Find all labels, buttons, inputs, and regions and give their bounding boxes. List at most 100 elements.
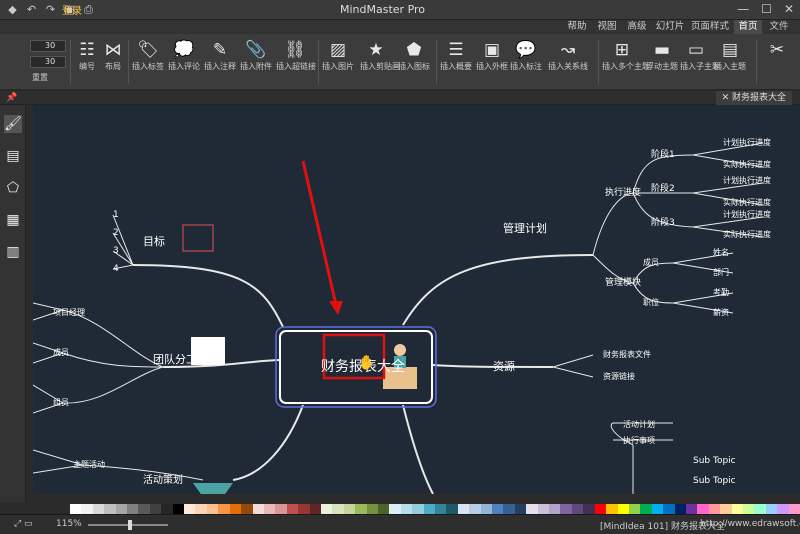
plan-group-3[interactable]: 阶段3 — [651, 216, 675, 228]
tab-home[interactable]: 首页 — [734, 20, 762, 34]
palette-swatch[interactable] — [184, 504, 196, 514]
palette-swatch[interactable] — [252, 504, 264, 514]
branch-resource-label[interactable]: 资源 — [493, 359, 515, 373]
document-tab[interactable]: ✕ 财务报表大全 — [715, 91, 792, 105]
palette-swatch[interactable] — [571, 504, 584, 514]
mindmap-canvas[interactable]: 财务报表大全 ✋ 管理计划 执行进度 阶段1 阶段2 阶段3 计划执行进度 实际… — [33, 105, 800, 494]
palette-swatch[interactable] — [526, 504, 538, 514]
mgmt-sub-1[interactable]: 姓名 — [713, 247, 729, 257]
event-item-1[interactable]: 主题活动 — [73, 459, 105, 469]
palette-swatch[interactable] — [241, 504, 253, 514]
palette-swatch[interactable] — [435, 504, 447, 514]
tab-view[interactable]: 视图 — [594, 20, 620, 34]
minimize-icon[interactable]: — — [737, 2, 749, 16]
fit-page-icon[interactable]: ⤢ ▭ — [14, 519, 33, 529]
pin-icon[interactable]: 📌 — [6, 91, 17, 105]
cut-copy-group[interactable]: ✂ — [760, 38, 794, 86]
palette-swatch[interactable] — [503, 504, 515, 514]
reset-button[interactable]: 重置 — [32, 72, 48, 83]
tab-help[interactable]: 帮助 — [564, 20, 590, 34]
spacing-spinner-1[interactable]: 30 — [30, 40, 66, 52]
goal-item-4[interactable]: 4 — [113, 264, 119, 274]
clipart-panel-icon[interactable]: ⬠ — [4, 179, 22, 197]
layout-button[interactable]: ⋈ 布局 — [100, 38, 126, 86]
palette-swatch[interactable] — [309, 504, 321, 514]
palette-swatch[interactable] — [446, 504, 458, 514]
plan-item-1[interactable]: 计划执行进度 — [723, 137, 771, 147]
palette-swatch[interactable] — [70, 504, 82, 514]
task-panel-icon[interactable]: ▥ — [4, 243, 22, 261]
outline-icon[interactable]: ▤ — [4, 147, 22, 165]
palette-swatch[interactable] — [172, 504, 185, 514]
palette-swatch[interactable] — [218, 504, 230, 514]
palette-swatch[interactable] — [742, 504, 755, 514]
palette-swatch[interactable] — [685, 504, 698, 514]
palette-swatch[interactable] — [298, 504, 310, 514]
palette-swatch[interactable] — [480, 504, 493, 514]
palette-swatch[interactable] — [537, 504, 550, 514]
palette-swatch[interactable] — [412, 504, 424, 514]
sub-item-2[interactable]: 执行事项 — [623, 435, 655, 445]
insert-boundary-button[interactable]: ▣ 插入外框 — [476, 38, 508, 86]
insert-note-button[interactable]: ✎ 插入注释 — [204, 38, 236, 86]
goal-item-2[interactable]: 2 — [113, 228, 119, 238]
palette-swatch[interactable] — [206, 504, 219, 514]
palette-swatch[interactable] — [777, 504, 789, 514]
close-tab-icon[interactable]: ✕ — [722, 93, 732, 103]
palette-swatch[interactable] — [788, 504, 800, 514]
branch-mgmt-label[interactable]: 管理模块 — [605, 276, 641, 288]
redo-icon[interactable]: ↷ — [44, 3, 57, 16]
palette-swatch[interactable] — [377, 504, 390, 514]
branch-event-label[interactable]: 活动策划 — [143, 473, 183, 486]
mgmt-sub-2[interactable]: 部门 — [713, 267, 729, 277]
palette-swatch[interactable] — [606, 504, 618, 514]
sub-item-1[interactable]: 活动计划 — [623, 419, 655, 429]
zoom-slider-thumb[interactable] — [128, 520, 132, 530]
palette-swatch[interactable] — [663, 504, 675, 514]
plan-item-5[interactable]: 计划执行进度 — [723, 209, 771, 219]
palette-swatch[interactable] — [138, 504, 150, 514]
maximize-icon[interactable]: ☐ — [761, 2, 772, 16]
palette-swatch[interactable] — [708, 504, 721, 514]
palette-swatch[interactable] — [400, 504, 413, 514]
mgmt-item-1[interactable]: 成员 — [643, 257, 659, 267]
insert-icon-button[interactable]: ⬟ 插入图标 — [398, 38, 430, 86]
status-url[interactable]: http://www.edrawsoft.cn — [700, 519, 800, 529]
palette-swatch[interactable] — [640, 504, 652, 514]
sub-item-4[interactable]: Sub Topic — [693, 476, 736, 486]
palette-swatch[interactable] — [195, 504, 207, 514]
resource-item-2[interactable]: 资源链接 — [603, 371, 635, 381]
palette-swatch[interactable] — [229, 504, 242, 514]
goal-item-1[interactable]: 1 — [113, 210, 119, 220]
insert-summary-button[interactable]: ☰ 插入概要 — [440, 38, 472, 86]
palette-swatch[interactable] — [697, 504, 709, 514]
palette-swatch[interactable] — [583, 504, 595, 514]
palette-swatch[interactable] — [594, 504, 607, 514]
palette-swatch[interactable] — [149, 504, 162, 514]
color-palette[interactable] — [70, 504, 800, 514]
tab-slides[interactable]: 幻灯片 — [654, 20, 686, 34]
palette-swatch[interactable] — [492, 504, 504, 514]
goal-item-3[interactable]: 3 — [113, 246, 119, 256]
palette-swatch[interactable] — [389, 504, 401, 514]
insert-comment-button[interactable]: 💭 插入评论 — [168, 38, 200, 86]
zoom-value[interactable]: 115% — [56, 519, 82, 529]
palette-swatch[interactable] — [457, 504, 470, 514]
palette-swatch[interactable] — [332, 504, 344, 514]
palette-swatch[interactable] — [754, 504, 766, 514]
insert-multiple-topics-button[interactable]: ⊞ 插入多个主题 — [602, 38, 650, 86]
palette-swatch[interactable] — [263, 504, 276, 514]
team-item-2[interactable]: 成员 — [53, 347, 69, 357]
plan-item-2[interactable]: 实际执行进度 — [723, 159, 771, 169]
palette-swatch[interactable] — [720, 504, 732, 514]
insert-picture-button[interactable]: ▨ 插入图片 — [322, 38, 354, 86]
print-icon[interactable]: ⎙ — [82, 3, 95, 16]
tab-page-style[interactable]: 页面样式 — [690, 20, 730, 34]
team-item-1[interactable]: 项目经理 — [53, 307, 85, 317]
login-link[interactable]: 登录 — [62, 2, 82, 17]
palette-swatch[interactable] — [469, 504, 481, 514]
tab-file[interactable]: 文件 — [766, 20, 792, 34]
palette-swatch[interactable] — [617, 504, 629, 514]
mgmt-sub-3[interactable]: 考勤 — [713, 287, 729, 297]
floating-topic-button[interactable]: ▬ 浮动主题 — [646, 38, 678, 86]
